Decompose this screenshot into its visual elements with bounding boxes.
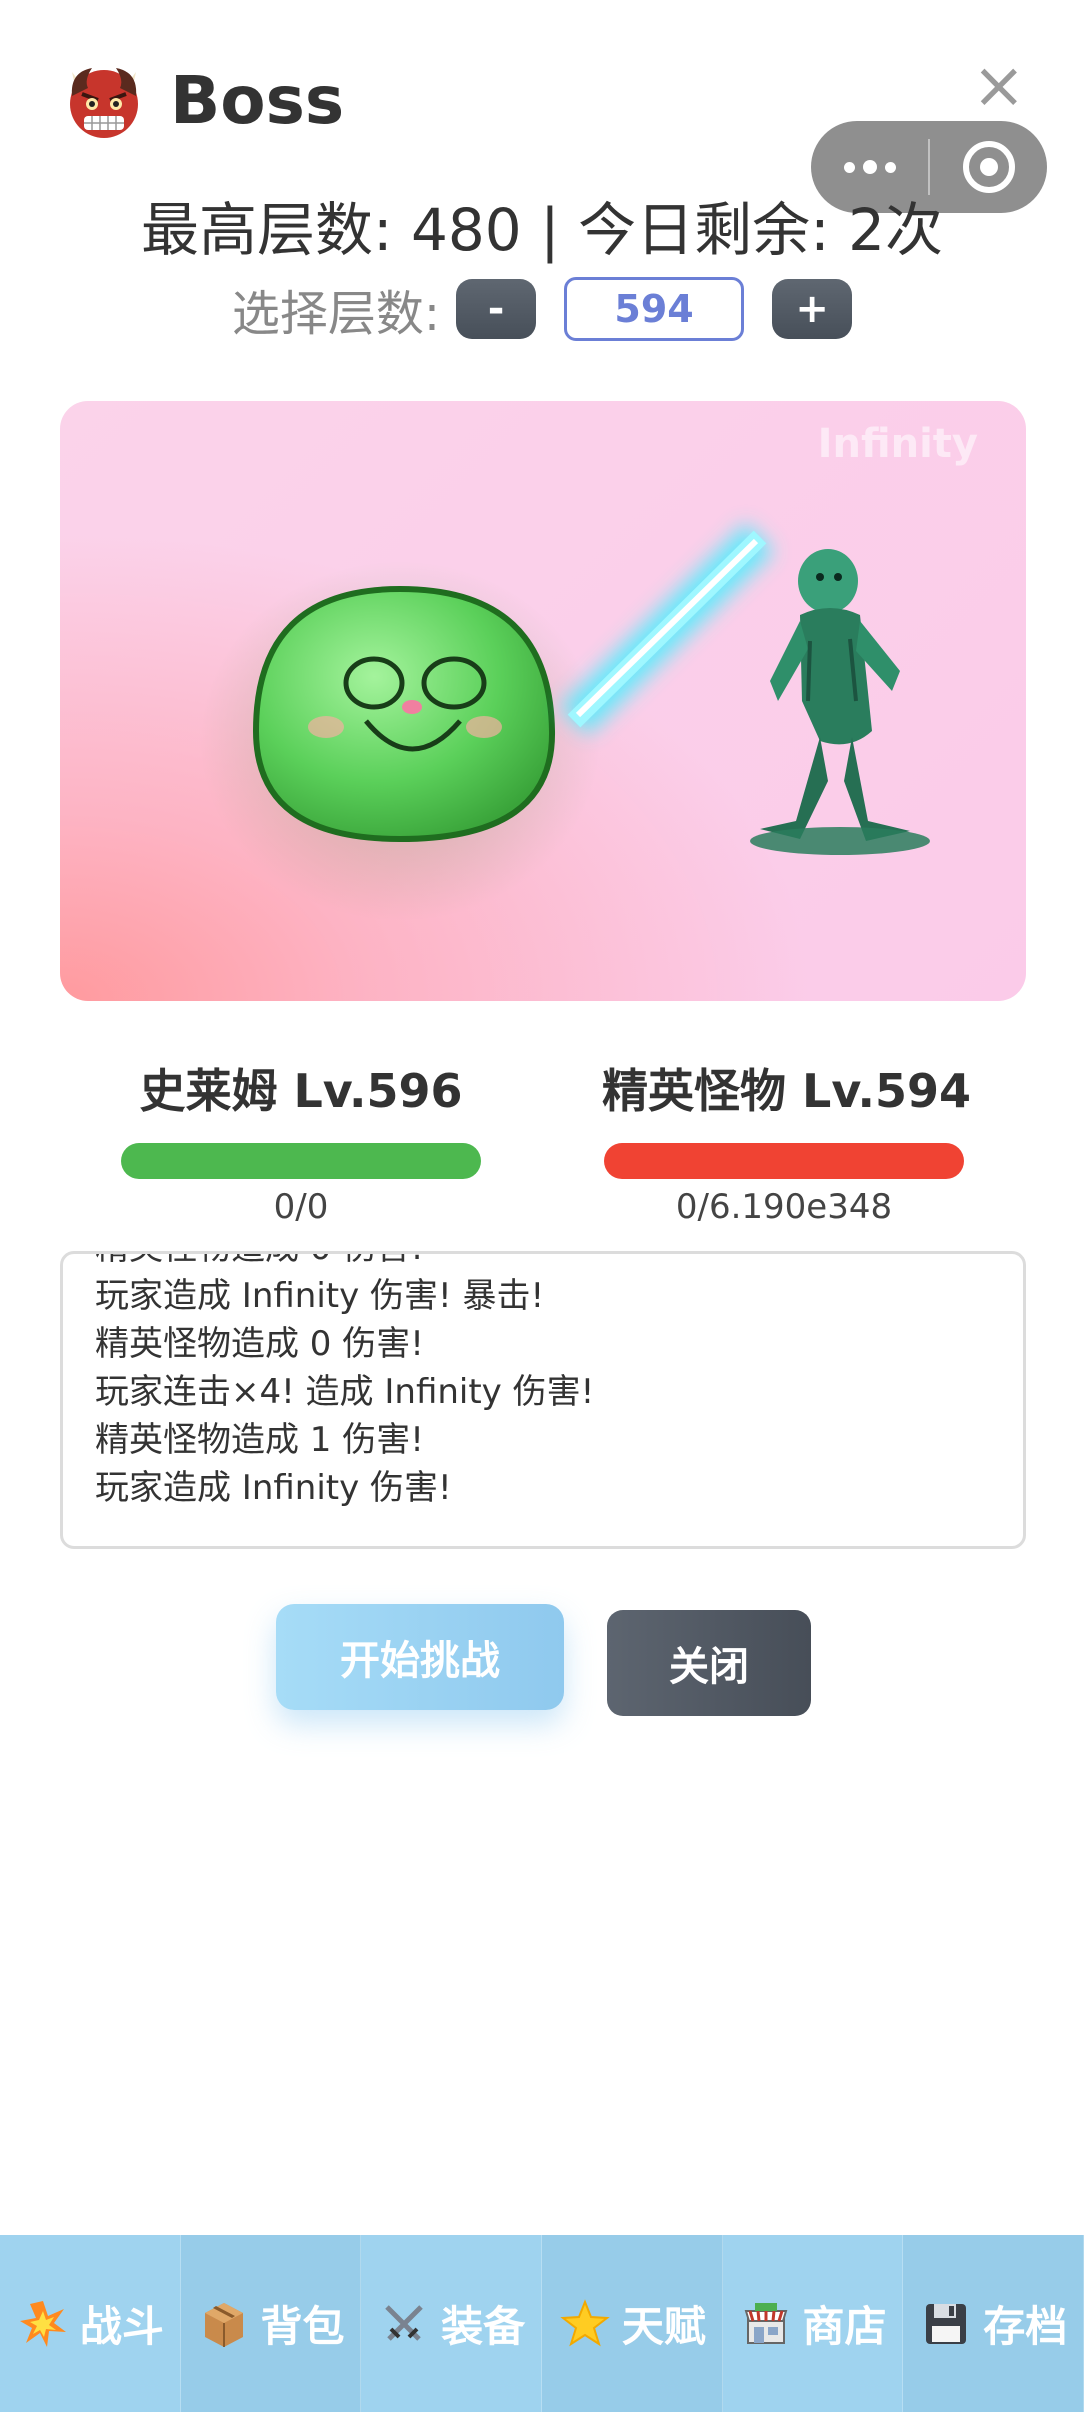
floor-label: 选择层数: (231, 286, 441, 342)
tab-label: 天赋 (621, 2302, 706, 2351)
light-saber-icon (559, 522, 775, 736)
floor-plus-button[interactable]: + (772, 279, 853, 339)
tab-label: 存档 (983, 2302, 1068, 2351)
start-challenge-button[interactable]: 开始挑战 (276, 1604, 564, 1710)
tab-shop[interactable]: 商店 (723, 2235, 904, 2412)
close-icon[interactable]: × (972, 54, 1026, 118)
modal-title: Boss (170, 61, 345, 139)
modal-header: Boss (62, 58, 344, 142)
tab-equipment[interactable]: 装备 (361, 2235, 543, 2412)
enemy-panel: 精英怪物 Lv.594 0/6.190e348 (602, 1055, 972, 1227)
tab-save[interactable]: 存档 (903, 2235, 1084, 2412)
battle-scene: Infinity (60, 401, 1026, 1001)
log-line: 精英怪物造成 0 伤害! (95, 1254, 594, 1272)
shop-icon (739, 2297, 793, 2351)
enemy-name: 精英怪物 Lv.594 (602, 1064, 972, 1118)
player-hp-bar (121, 1143, 481, 1179)
ogre-face-icon (62, 58, 146, 142)
tab-label: 商店 (802, 2302, 887, 2351)
crossed-swords-icon (377, 2297, 431, 2351)
star-icon (558, 2297, 612, 2351)
tab-battle[interactable]: 战斗 (0, 2235, 181, 2412)
log-line: 玩家连击×4! 造成 Infinity 伤害! (95, 1372, 595, 1412)
log-line: 精英怪物造成 0 伤害! (95, 1324, 424, 1364)
close-button[interactable]: 关闭 (607, 1610, 811, 1716)
explosion-icon (16, 2297, 70, 2351)
tab-label: 背包 (260, 2302, 345, 2351)
floppy-disk-icon (919, 2297, 973, 2351)
log-line: 精英怪物造成 1 伤害! (95, 1420, 424, 1460)
tab-backpack[interactable]: 背包 (180, 2235, 362, 2412)
zombie-icon (750, 549, 930, 855)
player-hp-text: 0/0 (273, 1187, 329, 1227)
floor-stats: 最高层数: 480 | 今日剩余: 2次 (141, 196, 943, 264)
player-name: 史莱姆 Lv.596 (139, 1064, 463, 1118)
bottom-tab-bar: 战斗 背包 装备 天赋 商店 存档 (0, 2235, 1084, 2412)
green-slime-icon (200, 561, 600, 921)
battle-log[interactable]: 精英怪物造成 0 伤害! 玩家造成 Infinity 伤害! 暴击! 精英怪物造… (60, 1251, 1026, 1549)
log-line: 玩家造成 Infinity 伤害! 暴击! (95, 1276, 545, 1316)
tab-label: 装备 (441, 2302, 526, 2351)
tab-label: 战斗 (79, 2302, 164, 2351)
player-panel: 史莱姆 Lv.596 0/0 (119, 1055, 483, 1227)
floor-minus-button[interactable]: - (456, 279, 537, 339)
enemy-hp-text: 0/6.190e348 (675, 1187, 893, 1227)
package-icon (197, 2297, 251, 2351)
floor-selector: 选择层数: - 594 + (0, 274, 1084, 344)
tab-talent[interactable]: 天赋 (542, 2235, 723, 2412)
log-line: 玩家造成 Infinity 伤害! (95, 1468, 452, 1508)
enemy-hp-bar (604, 1143, 964, 1179)
floor-input[interactable]: 594 (564, 277, 745, 341)
